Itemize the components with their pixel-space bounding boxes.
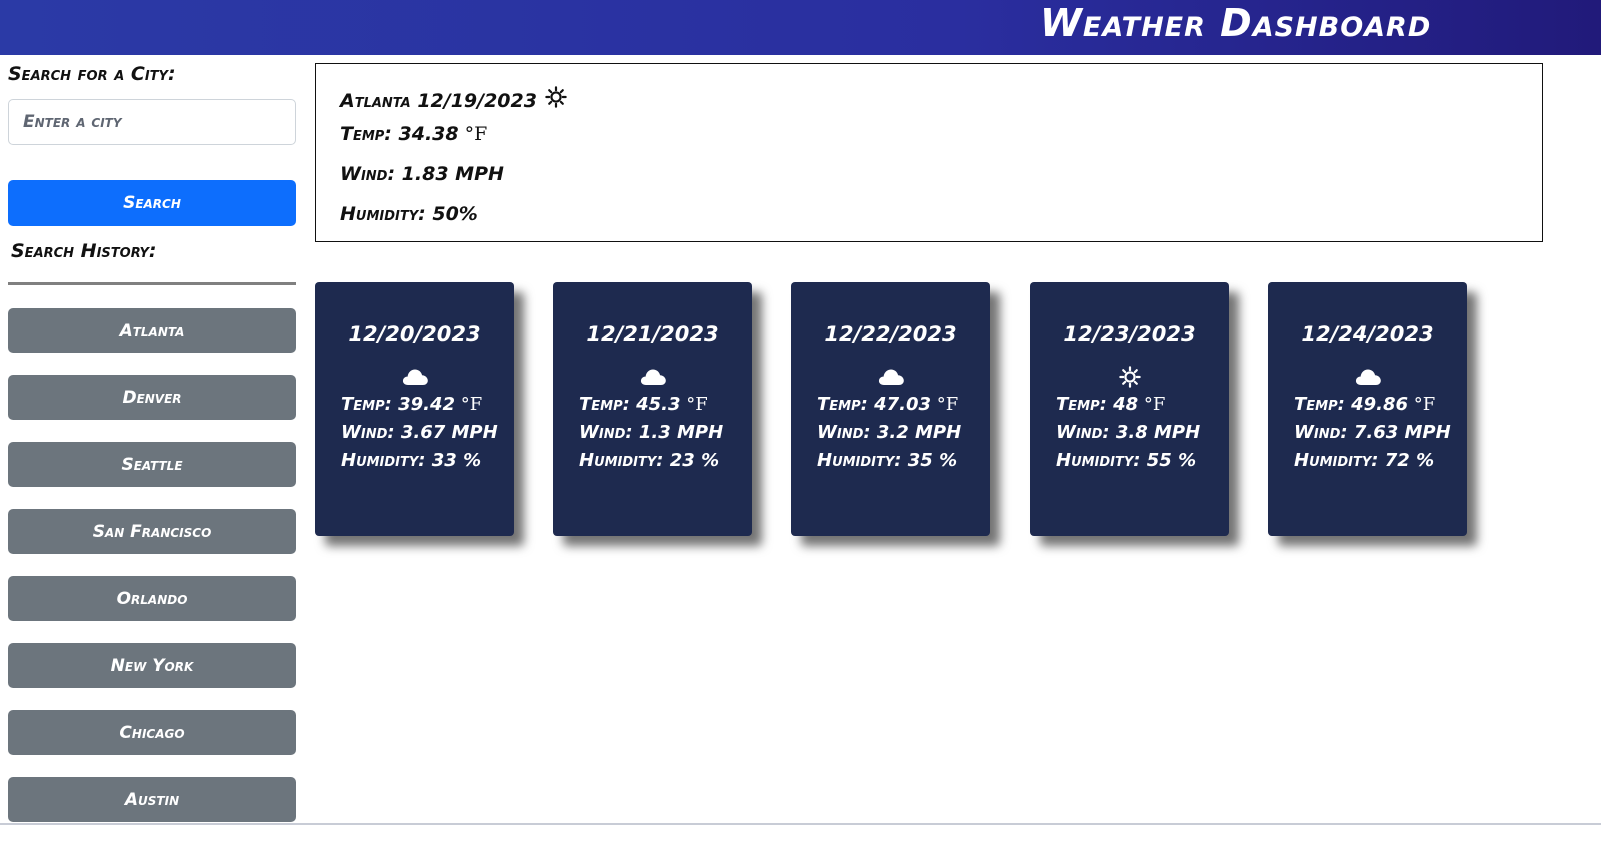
forecast-wind: Wind: 1.3 MPH [579, 422, 724, 443]
forecast-temp: Temp: 49.86 °F [1294, 394, 1436, 415]
forecast-humidity: Humidity: 55 % [1056, 450, 1197, 471]
history-button-austin[interactable]: Austin [8, 777, 296, 822]
city-search-input[interactable] [8, 99, 296, 145]
forecast-humidity: Humidity: 72 % [1294, 450, 1435, 471]
forecast-wind: Wind: 3.67 MPH [341, 422, 498, 443]
sidebar: Search for a City: Search Search History… [0, 55, 310, 842]
forecast-temp: Temp: 39.42 °F [341, 394, 483, 415]
history-button-chicago[interactable]: Chicago [8, 710, 296, 755]
cloud-icon [553, 366, 752, 388]
forecast-humidity: Humidity: 35 % [817, 450, 958, 471]
search-history-label: Search History: [11, 240, 157, 262]
current-city-date: Atlanta 12/19/2023 [340, 89, 537, 112]
forecast-date: 12/21/2023 [586, 322, 719, 346]
history-button-orlando[interactable]: Orlando [8, 576, 296, 621]
forecast-humidity: Humidity: 23 % [579, 450, 720, 471]
search-button[interactable]: Search [8, 180, 296, 226]
current-humidity: Humidity: 50% [340, 203, 478, 225]
forecast-wind: Wind: 3.2 MPH [817, 422, 962, 443]
page-title: Weather Dashboard [1040, 1, 1432, 45]
search-label: Search for a City: [8, 63, 176, 85]
forecast-wind: Wind: 7.63 MPH [1294, 422, 1451, 443]
search-history-list: Atlanta Denver Seattle San Francisco Orl… [8, 308, 296, 844]
history-button-new-york[interactable]: New York [8, 643, 296, 688]
forecast-date: 12/24/2023 [1301, 322, 1434, 346]
sun-icon [1030, 366, 1229, 388]
forecast-temp: Temp: 45.3 °F [579, 394, 708, 415]
forecast-date: 12/23/2023 [1063, 322, 1196, 346]
sun-icon [545, 86, 567, 115]
app-header: Weather Dashboard [0, 0, 1601, 55]
forecast-card: 12/23/2023 Temp: 48 °F Wind: 3.8 MPH Hum… [1030, 282, 1229, 536]
forecast-card: 12/24/2023 Temp: 49.86 °F Wind: 7.63 MPH… [1268, 282, 1467, 536]
current-temp: Temp: 34.38 °F [340, 123, 488, 145]
history-button-denver[interactable]: Denver [8, 375, 296, 420]
current-wind: Wind: 1.83 MPH [340, 163, 504, 185]
forecast-card: 12/22/2023 Temp: 47.03 °F Wind: 3.2 MPH … [791, 282, 990, 536]
current-weather: Atlanta 12/19/2023 Temp: 34.38 °F Wind: … [315, 63, 1543, 242]
history-divider [8, 282, 296, 285]
forecast-wind: Wind: 3.8 MPH [1056, 422, 1201, 443]
forecast-date: 12/22/2023 [824, 322, 957, 346]
forecast-card: 12/20/2023 Temp: 39.42 °F Wind: 3.67 MPH… [315, 282, 514, 536]
cloud-icon [1268, 366, 1467, 388]
history-button-san-francisco[interactable]: San Francisco [8, 509, 296, 554]
forecast-temp: Temp: 48 °F [1056, 394, 1166, 415]
forecast-card: 12/21/2023 Temp: 45.3 °F Wind: 1.3 MPH H… [553, 282, 752, 536]
history-button-atlanta[interactable]: Atlanta [8, 308, 296, 353]
forecast-cards: 12/20/2023 Temp: 39.42 °F Wind: 3.67 MPH… [315, 282, 1515, 542]
forecast-humidity: Humidity: 33 % [341, 450, 482, 471]
forecast-temp: Temp: 47.03 °F [817, 394, 959, 415]
current-title-row: Atlanta 12/19/2023 [340, 86, 1542, 115]
cloud-icon [315, 366, 514, 388]
forecast-date: 12/20/2023 [348, 322, 481, 346]
cloud-icon [791, 366, 990, 388]
history-button-seattle[interactable]: Seattle [8, 442, 296, 487]
page-bottom-border [0, 823, 1601, 825]
